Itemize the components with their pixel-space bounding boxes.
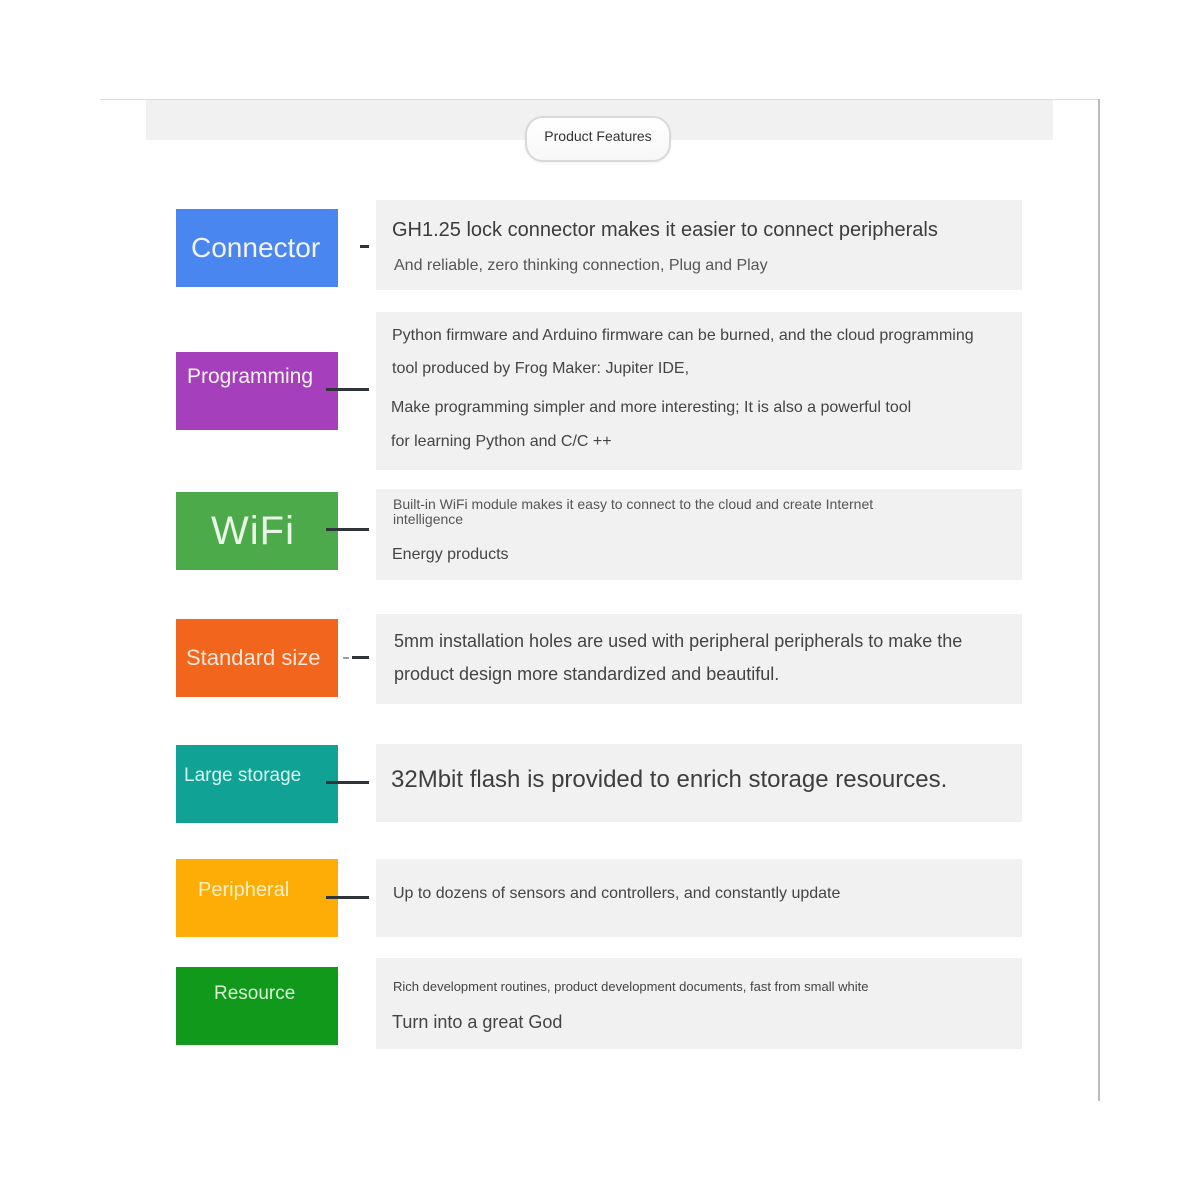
feature-tag-label: Peripheral <box>198 879 290 901</box>
feature-tag-resource: Resource <box>176 967 338 1045</box>
feature-description-large-storage: 32Mbit flash is provided to enrich stora… <box>376 744 1022 822</box>
feature-tag-peripheral: Peripheral <box>176 859 338 937</box>
feature-description-standard-size: 5mm installation holes are used with per… <box>376 614 1022 704</box>
feature-description-wifi: Built-in WiFi module makes it easy to co… <box>376 489 1022 580</box>
feature-tag-programming: Programming <box>176 352 338 430</box>
description-line: intelligence <box>393 511 464 527</box>
description-line: Energy products <box>392 546 509 563</box>
feature-tag-label: Resource <box>214 983 296 1004</box>
feature-tag-connector: Connector <box>176 209 338 287</box>
description-line: product design more standardized and bea… <box>394 664 780 684</box>
connector-line <box>326 781 369 784</box>
feature-tag-wifi: WiFi <box>176 492 338 570</box>
connector-dash <box>352 656 369 659</box>
description-line: GH1.25 lock connector makes it easier to… <box>392 219 938 241</box>
frame-right-border <box>1098 99 1100 1101</box>
section-title: Product Features <box>525 116 671 162</box>
feature-tag-large-storage: Large storage <box>176 745 338 823</box>
description-line: 5mm installation holes are used with per… <box>394 631 963 651</box>
description-line: 32Mbit flash is provided to enrich stora… <box>391 766 948 793</box>
feature-description-connector: GH1.25 lock connector makes it easier to… <box>376 200 1022 290</box>
description-line: Rich development routines, product devel… <box>393 979 869 994</box>
connector-dash <box>343 657 349 659</box>
connector-line <box>326 388 369 391</box>
connector-line <box>326 896 369 899</box>
description-line: And reliable, zero thinking connection, … <box>394 257 768 274</box>
description-line: Turn into a great God <box>392 1012 563 1032</box>
description-line: Make programming simpler and more intere… <box>391 399 912 416</box>
connector-line <box>326 528 369 531</box>
feature-description-resource: Rich development routines, product devel… <box>376 958 1022 1049</box>
feature-tag-label: Programming <box>187 365 314 388</box>
description-line: Built-in WiFi module makes it easy to co… <box>393 496 874 512</box>
feature-tag-label: WiFi <box>211 508 295 553</box>
feature-tag-label: Connector <box>191 232 321 263</box>
feature-description-peripheral: Up to dozens of sensors and controllers,… <box>376 859 1022 937</box>
description-line: Up to dozens of sensors and controllers,… <box>393 885 841 902</box>
section-title-text: Product Features <box>544 128 652 144</box>
feature-tag-label: Standard size <box>186 645 321 670</box>
description-line: for learning Python and C/C ++ <box>391 433 612 450</box>
description-line: Python firmware and Arduino firmware can… <box>392 327 974 344</box>
description-line: tool produced by Frog Maker: Jupiter IDE… <box>392 360 690 377</box>
connector-dash <box>360 245 369 248</box>
feature-tag-label: Large storage <box>184 765 302 786</box>
feature-description-programming: Python firmware and Arduino firmware can… <box>376 312 1022 470</box>
feature-tag-standard-size: Standard size <box>176 619 338 697</box>
